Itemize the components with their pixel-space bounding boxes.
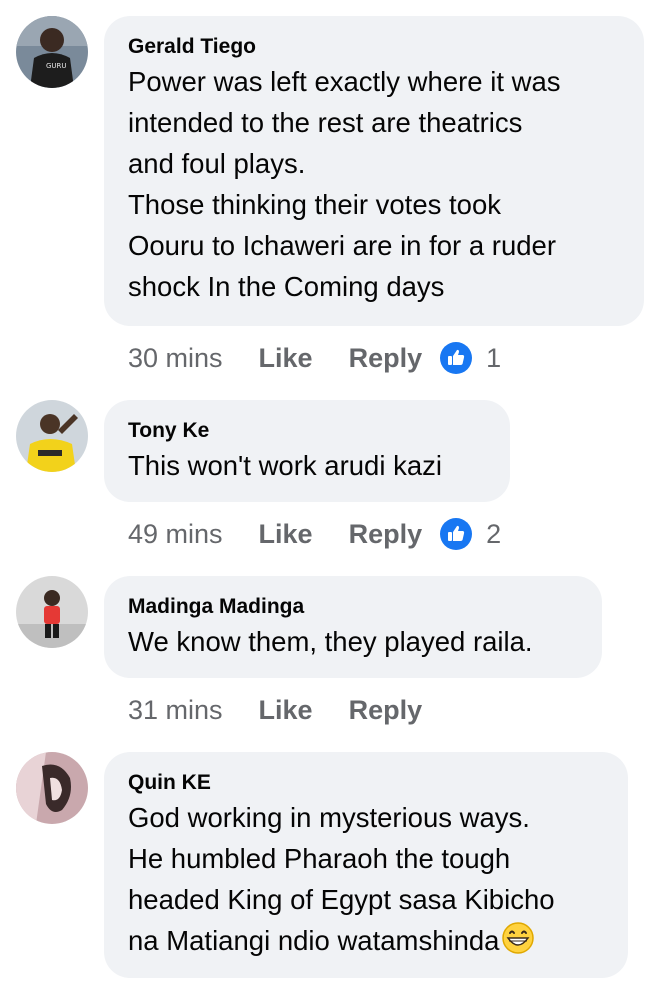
comment-author[interactable]: Quin KE	[128, 769, 604, 797]
grinning-face-emoji	[501, 921, 535, 955]
comment-time[interactable]: 30 mins	[128, 343, 223, 374]
avatar[interactable]	[16, 752, 88, 824]
comment-author[interactable]: Gerald Tiego	[128, 33, 620, 61]
like-button[interactable]: Like	[259, 695, 313, 726]
like-button[interactable]: Like	[259, 343, 313, 374]
comment-bubble: Quin KE God working in mysterious ways. …	[104, 752, 628, 978]
avatar[interactable]	[16, 400, 88, 472]
thumbs-up-icon	[440, 342, 473, 374]
avatar[interactable]: GURU	[16, 16, 88, 88]
comment-author[interactable]: Tony Ke	[128, 417, 486, 445]
comment-time[interactable]: 31 mins	[128, 695, 223, 726]
comment-time[interactable]: 49 mins	[128, 519, 223, 550]
comment-bubble: Gerald Tiego Power was left exactly wher…	[104, 16, 644, 326]
like-button[interactable]: Like	[259, 519, 313, 550]
avatar[interactable]	[16, 576, 88, 648]
comment-bubble: Tony Ke This won't work arudi kazi	[104, 400, 510, 502]
comment-actions: 49 mins Like Reply 2	[128, 514, 501, 554]
reaction-count: 1	[486, 342, 502, 373]
comment-text: Power was left exactly where it was inte…	[128, 66, 561, 302]
comment-text: This won't work arudi kazi	[128, 450, 442, 481]
reaction-count: 2	[486, 518, 502, 549]
svg-text:GURU: GURU	[46, 62, 67, 70]
reaction-summary[interactable]: 1	[440, 342, 501, 374]
comment-author[interactable]: Madinga Madinga	[128, 593, 578, 621]
reaction-summary[interactable]: 2	[440, 518, 501, 550]
comment-text-body: God working in mysterious ways. He humbl…	[128, 802, 555, 956]
comment-text: We know them, they played raila.	[128, 626, 533, 657]
reply-button[interactable]: Reply	[349, 695, 423, 726]
reply-button[interactable]: Reply	[349, 343, 423, 374]
reply-button[interactable]: Reply	[349, 519, 423, 550]
comment-actions: 30 mins Like Reply 1	[128, 338, 501, 378]
comment-text: God working in mysterious ways. He humbl…	[128, 797, 604, 961]
comment-actions: 31 mins Like Reply	[128, 690, 422, 730]
comment-bubble: Madinga Madinga We know them, they playe…	[104, 576, 602, 678]
thumbs-up-icon	[440, 518, 473, 550]
